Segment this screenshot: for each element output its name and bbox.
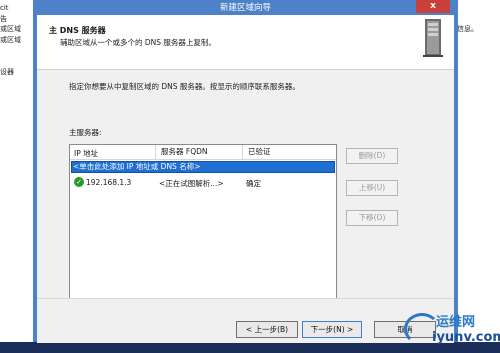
background-item: cit — [0, 4, 9, 12]
move-down-button[interactable]: 下移(O) — [346, 210, 398, 226]
watermark-cn: 运维网 — [436, 315, 476, 330]
delete-button[interactable]: 删除(D) — [346, 148, 398, 164]
background-text: 信息。 — [457, 25, 478, 33]
close-button[interactable]: x — [416, 0, 450, 13]
wizard-footer: < 上一步(B) 下一步(N) > 取消 — [37, 298, 454, 343]
wizard-content: 指定你想要从中复制区域的 DNS 服务器。按显示的顺序联系服务器。 主服务器: … — [37, 70, 454, 313]
next-button[interactable]: 下一步(N) > — [302, 321, 362, 338]
title-bar[interactable]: 新建区域向导 x — [33, 0, 458, 15]
background-item: 告 — [0, 15, 7, 23]
new-zone-wizard-dialog: 新建区域向导 x 主 DNS 服务器 辅助区域从一个或多个的 DNS 服务器上复… — [33, 0, 458, 343]
instruction-text: 指定你想要从中复制区域的 DNS 服务器。按显示的顺序联系服务器。 — [69, 82, 300, 91]
background-item: 或区域 — [0, 25, 21, 33]
header-title: 主 DNS 服务器 — [49, 26, 106, 35]
header-subtitle: 辅助区域从一个或多个的 DNS 服务器上复制。 — [60, 38, 216, 47]
list-header: IP 地址 服务器 FQDN 已验证 — [70, 145, 336, 160]
wizard-header: 主 DNS 服务器 辅助区域从一个或多个的 DNS 服务器上复制。 — [37, 15, 454, 70]
list-item[interactable]: ✓ 192.168.1.3 <正在试图解析...> 确定 — [74, 177, 332, 189]
server-validated: 确定 — [246, 179, 261, 188]
back-button[interactable]: < 上一步(B) — [236, 321, 298, 338]
watermark-en: iyunv.com — [432, 330, 500, 345]
background-item: 或区域 — [0, 36, 21, 44]
background-item: 设器 — [0, 68, 14, 76]
background-window-right: 信息。 — [457, 0, 500, 353]
master-servers-label: 主服务器: — [69, 128, 102, 137]
column-header-validated[interactable]: 已验证 — [242, 145, 328, 159]
column-header-fqdn[interactable]: 服务器 FQDN — [155, 145, 229, 159]
site-watermark: 运维网 iyunv.com — [402, 305, 500, 353]
server-fqdn: <正在试图解析...> — [159, 179, 224, 188]
master-servers-list[interactable]: IP 地址 服务器 FQDN 已验证 <单击此处添加 IP 地址或 DNS 名称… — [69, 144, 337, 313]
move-up-button[interactable]: 上移(U) — [346, 180, 398, 196]
server-ip: 192.168.1.3 — [86, 178, 132, 187]
window-title: 新建区域向导 — [219, 3, 271, 13]
add-server-input-row[interactable]: <单击此处添加 IP 地址或 DNS 名称> — [71, 161, 335, 173]
server-icon — [423, 19, 443, 57]
column-header-ip[interactable]: IP 地址 — [74, 148, 98, 159]
check-icon: ✓ — [74, 177, 84, 187]
